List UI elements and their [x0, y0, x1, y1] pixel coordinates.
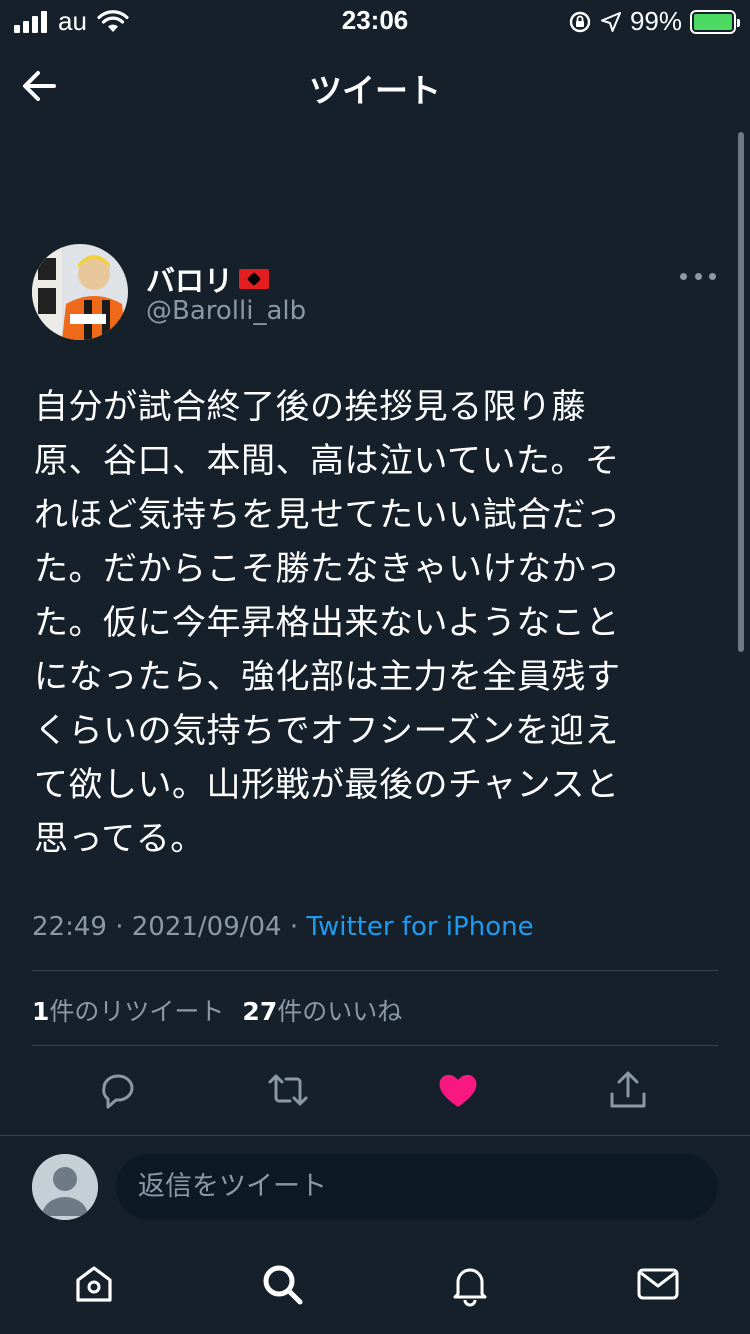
tweet-text: 自分が試合終了後の挨拶見る限り藤 原、谷口、本間、高は泣いていた。そ れほど気持… [34, 387, 621, 859]
like-count: 27 [242, 997, 278, 1026]
mail-icon [637, 1268, 679, 1300]
tweet-source-link[interactable]: Twitter for iPhone [306, 912, 533, 942]
divider [32, 1045, 718, 1046]
reply-bar: 返信をツイート [32, 1152, 722, 1222]
more-dot [694, 272, 702, 280]
meta-separator: · [289, 912, 307, 942]
divider [32, 970, 718, 971]
retweet-icon [268, 1074, 308, 1106]
rotation-lock-icon [569, 11, 591, 32]
author-handle[interactable]: @Barolli_alb [146, 296, 306, 326]
bell-icon [453, 1268, 487, 1307]
location-icon [600, 11, 621, 32]
home-icon [76, 1266, 112, 1302]
comment-icon [102, 1074, 134, 1109]
page-title: ツイート [309, 71, 441, 110]
divider [0, 1135, 750, 1136]
share-button[interactable] [606, 1068, 650, 1112]
author-display-name[interactable]: バロリ [146, 258, 233, 300]
user-avatar[interactable] [32, 1154, 98, 1220]
battery-icon [690, 9, 740, 34]
avatar-image [32, 244, 128, 340]
retweet-count: 1 [32, 997, 50, 1026]
status-bar: au 23:06 99% [0, 0, 750, 40]
tab-notifications[interactable] [446, 1260, 494, 1308]
scrollbar[interactable] [738, 132, 744, 652]
share-icon [610, 1071, 646, 1108]
more-dot [680, 272, 687, 280]
tweet-header: バロリ @Barolli_alb [32, 244, 722, 340]
reply-input[interactable]: 返信をツイート [116, 1154, 718, 1220]
search-icon [263, 1265, 303, 1305]
tweet-actions [32, 1060, 722, 1120]
tweet-stats: 1件のリツイート 27件のいいね [32, 992, 402, 1028]
like-label: 件のいいね [277, 997, 403, 1026]
status-bar-right: 99% [568, 6, 740, 37]
tweet-date: 2021/09/04 [131, 912, 282, 942]
author-name-line[interactable]: バロリ [146, 258, 270, 300]
default-avatar-icon [32, 1154, 98, 1220]
albania-flag-icon [239, 269, 270, 289]
heart-icon [439, 1074, 477, 1107]
retweet-button[interactable] [266, 1068, 310, 1112]
tab-messages[interactable] [634, 1260, 682, 1308]
tweet-time: 22:49 [32, 912, 107, 942]
meta-separator: · [115, 912, 132, 942]
nav-bar: ツイート [0, 44, 750, 124]
battery-percent: 99% [629, 6, 682, 36]
reply-button[interactable] [96, 1068, 140, 1112]
retweet-label: 件のリツイート [49, 997, 225, 1026]
tab-home[interactable] [70, 1260, 118, 1308]
battery-fill [694, 13, 732, 30]
like-stat[interactable]: 27件のいいね [242, 992, 402, 1028]
tweet-meta: 22:49 · 2021/09/04 · Twitter for iPhone [32, 912, 534, 942]
retweet-stat[interactable]: 1件のリツイート [32, 992, 224, 1028]
author-avatar[interactable] [32, 244, 128, 340]
tab-search[interactable] [258, 1260, 306, 1308]
like-button[interactable] [436, 1068, 480, 1112]
more-options-button[interactable] [680, 268, 716, 284]
tab-bar [0, 1250, 750, 1334]
more-dot [709, 272, 716, 280]
